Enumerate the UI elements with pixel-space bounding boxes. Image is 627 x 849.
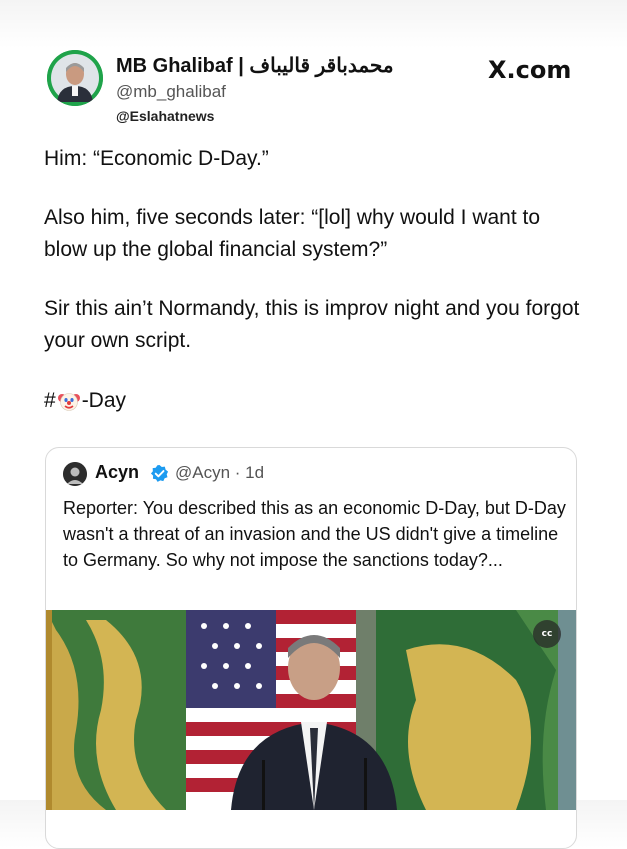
hashtag-suffix: -Day [81,389,127,412]
quote-author-name[interactable]: Acyn [95,462,139,483]
site-logo: X.com [488,56,572,84]
quote-author-handle-time[interactable]: @Acyn · 1d [175,463,264,483]
quoted-tweet[interactable]: Acyn @Acyn · 1d Reporter: You described … [45,447,577,849]
channel-watermark: @Eslahatnews [116,108,215,124]
video-thumbnail[interactable] [46,610,576,810]
post-hashtag[interactable]: # -Day [44,385,126,417]
post-line-2: Also him, five seconds later: “[lol] why… [44,206,541,261]
post-line-3: Sir this ain’t Normandy, this is improv … [44,297,580,352]
verified-badge-icon [150,464,169,483]
hashtag-prefix: # [44,389,56,412]
post-card: MB Ghalibaf | محمدباقر قالیباف @mb_ghali… [0,0,627,849]
author-avatar[interactable] [47,50,103,106]
captions-button[interactable]: cc [533,620,561,648]
author-handle[interactable]: @mb_ghalibaf [116,82,226,102]
post-line-1: Him: “Economic D-Day.” [44,147,269,170]
author-name[interactable]: MB Ghalibaf | محمدباقر قالیباف [116,53,394,78]
clown-face-icon [57,390,80,412]
quote-author-avatar[interactable] [63,462,87,486]
quote-text: Reporter: You described this as an econo… [63,498,566,570]
